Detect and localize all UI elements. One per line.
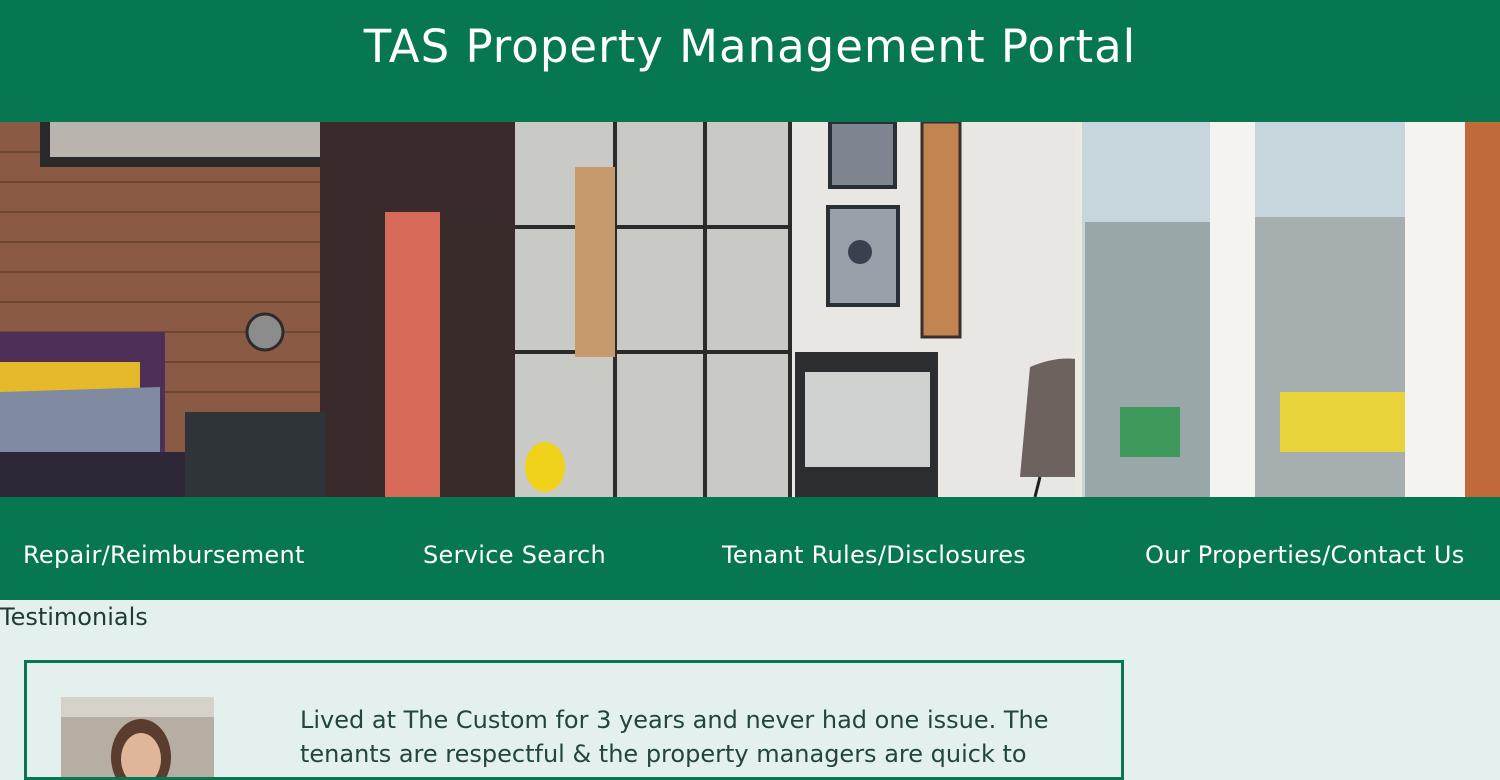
nav-tenant-rules-disclosures[interactable]: Tenant Rules/Disclosures	[722, 541, 1026, 569]
avatar	[61, 697, 214, 777]
main-nav: Repair/Reimbursement Service Search Tena…	[0, 497, 1500, 600]
testimonial-text: Lived at The Custom for 3 years and neve…	[300, 706, 1049, 768]
testimonials-heading: Testimonials	[0, 603, 148, 631]
nav-our-properties-contact-us[interactable]: Our Properties/Contact Us	[1145, 541, 1465, 569]
testimonial-card: Lived at The Custom for 3 years and neve…	[24, 660, 1124, 780]
nav-service-search[interactable]: Service Search	[423, 541, 606, 569]
nav-repair-reimbursement[interactable]: Repair/Reimbursement	[23, 541, 305, 569]
hero-image	[0, 122, 1500, 497]
site-header: TAS Property Management Portal	[0, 0, 1500, 122]
page-title: TAS Property Management Portal	[363, 20, 1137, 73]
